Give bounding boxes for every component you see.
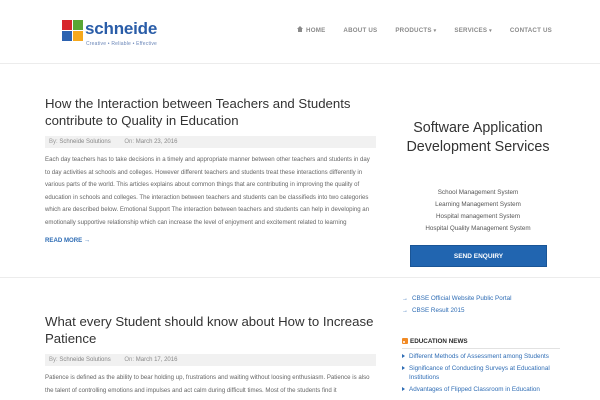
sidebar-link[interactable]: → CBSE Result 2015 <box>402 305 562 317</box>
post-title[interactable]: How the Interaction between Teachers and… <box>45 95 376 129</box>
logo-tagline: Creative • Reliable • Effective <box>86 41 158 47</box>
logo-yellow-square <box>73 31 83 41</box>
on-label: On: <box>124 357 135 363</box>
post-author[interactable]: Schneide Solutions <box>59 357 110 363</box>
blog-post: How the Interaction between Teachers and… <box>45 95 376 247</box>
post-divider <box>0 277 600 278</box>
post-excerpt: Each day teachers has to take decisions … <box>45 156 370 226</box>
education-news-label: EDUCATION NEWS <box>410 338 468 345</box>
home-icon <box>297 26 304 32</box>
nav-contact-label: CONTACT US <box>509 27 552 34</box>
logo-squares-icon <box>62 20 84 42</box>
news-list: Different Methods of Assessment among St… <box>402 352 562 396</box>
promo-title: Software Application Development Service… <box>406 120 550 155</box>
arrow-right-icon: → <box>402 296 408 302</box>
news-item[interactable]: Advantages of Flipped Classroom in Educa… <box>402 385 562 394</box>
promo-item: Hospital management System <box>436 213 520 220</box>
post-date: March 17, 2016 <box>135 357 178 363</box>
chevron-down-icon: ▾ <box>489 28 492 34</box>
on-label: On: <box>124 139 135 145</box>
news-divider <box>402 348 560 349</box>
site-logo[interactable]: schneide Creative • Reliable • Effective <box>62 18 172 52</box>
post-excerpt: Patience is defined as the ability to be… <box>45 374 370 394</box>
chevron-down-icon: ▾ <box>433 28 437 34</box>
nav-products-label: PRODUCTS <box>395 27 432 34</box>
logo-red-square <box>62 20 72 30</box>
arrow-right-icon: → <box>402 308 408 314</box>
rss-icon[interactable] <box>402 338 408 344</box>
nav-services-label: SERVICES <box>454 27 488 34</box>
by-label: By: <box>49 139 58 145</box>
main-nav: HOME ABOUT US PRODUCTS ▾ SERVICES ▾ CONTAC… <box>279 26 552 34</box>
sidebar-link[interactable]: → CBSE Official Website Public Portal <box>402 293 562 305</box>
nav-home[interactable]: HOME <box>297 26 326 34</box>
post-date: March 23, 2016 <box>135 139 178 145</box>
post-meta: By: Schneide Solutions On: March 17, 201… <box>45 354 376 366</box>
post-author[interactable]: Schneide Solutions <box>59 139 110 145</box>
post-title[interactable]: What every Student should know about How… <box>45 313 376 347</box>
nav-about-label: ABOUT US <box>343 27 378 34</box>
logo-green-square <box>73 20 83 30</box>
sidebar-link-label: CBSE Official Website Public Portal <box>412 295 512 302</box>
nav-home-label: HOME <box>306 27 326 34</box>
read-more-link[interactable]: READ MORE → <box>45 237 90 244</box>
logo-name: schneide <box>85 19 158 38</box>
post-meta: By: Schneide Solutions On: March 23, 201… <box>45 136 376 148</box>
news-item[interactable]: Different Methods of Assessment among St… <box>402 352 562 361</box>
nav-contact[interactable]: CONTACT US <box>510 27 552 34</box>
site-header: schneide Creative • Reliable • Effective… <box>0 0 600 64</box>
education-news-heading: EDUCATION NEWS <box>402 337 560 347</box>
send-enquiry-button[interactable]: SEND ENQUIRY <box>410 245 547 267</box>
sidebar-links: → CBSE Official Website Public Portal → CB… <box>402 293 562 317</box>
sidebar-link-label: CBSE Result 2015 <box>412 307 465 314</box>
by-label: By: <box>49 357 58 363</box>
promo-item: Learning Management System <box>435 201 521 208</box>
news-item[interactable]: Significance of Conducting Surveys at Ed… <box>402 364 562 382</box>
logo-blue-square <box>62 31 72 41</box>
promo-list: School Management System Learning Manage… <box>397 187 559 235</box>
promo-item: Hospital Quality Management System <box>425 225 531 232</box>
nav-about[interactable]: ABOUT US <box>343 27 377 34</box>
nav-products[interactable]: PRODUCTS ▾ <box>395 27 436 34</box>
nav-services[interactable]: SERVICES ▾ <box>454 27 492 34</box>
blog-post: What every Student should know about How… <box>45 313 376 397</box>
promo-item: School Management System <box>437 189 519 196</box>
